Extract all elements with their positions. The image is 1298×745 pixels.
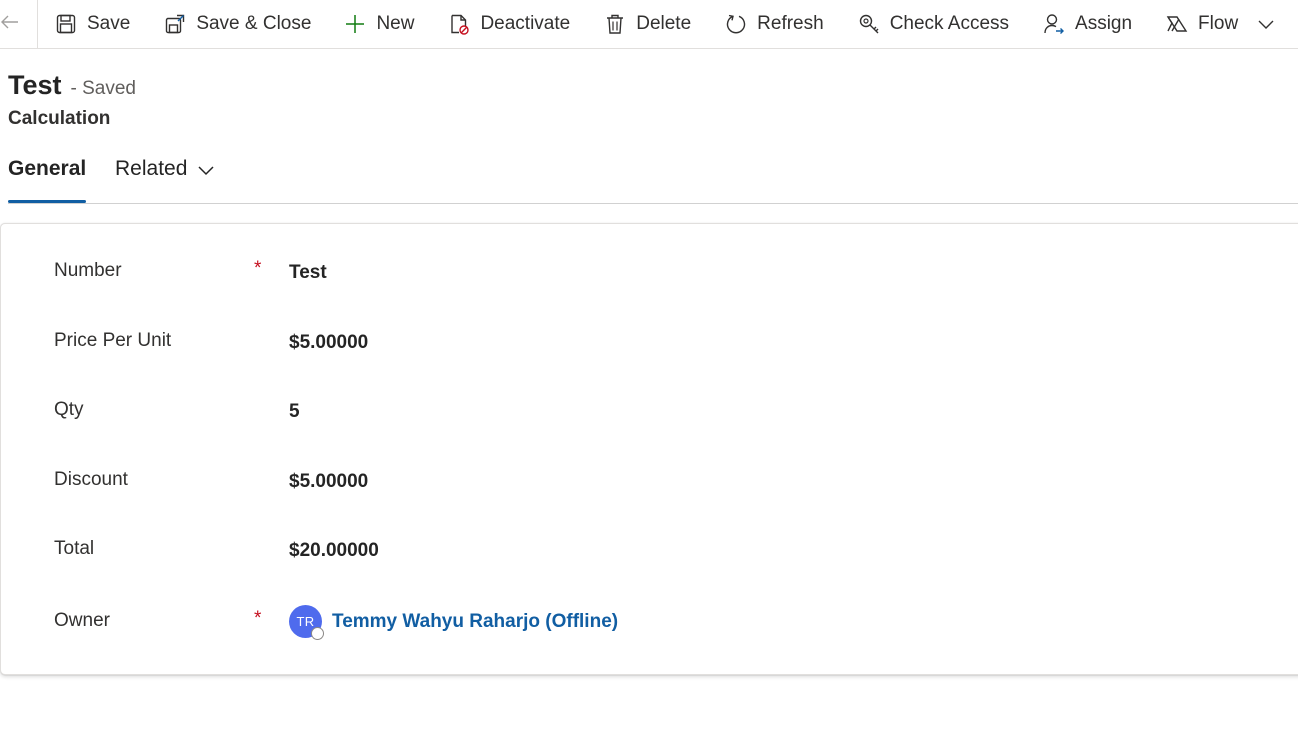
flow-button[interactable]: Flow xyxy=(1165,4,1238,44)
save-label: Save xyxy=(87,13,131,34)
field-row-number: Number * Test xyxy=(1,258,1298,300)
save-close-button[interactable]: Save & Close xyxy=(163,4,311,44)
delete-button[interactable]: Delete xyxy=(603,4,691,44)
save-status: - Saved xyxy=(70,78,136,99)
field-row-owner: Owner * TR Temmy Wahyu Raharjo (Offline) xyxy=(1,605,1298,650)
check-access-icon xyxy=(857,12,881,36)
record-title: Test xyxy=(8,70,62,100)
save-icon xyxy=(54,12,78,36)
field-label-price-per-unit: Price Per Unit xyxy=(54,330,172,351)
flow-label: Flow xyxy=(1198,13,1239,34)
field-label-number: Number xyxy=(54,260,122,281)
save-close-label: Save & Close xyxy=(196,13,312,34)
delete-label: Delete xyxy=(636,13,692,34)
save-close-icon xyxy=(163,12,187,36)
field-label-discount: Discount xyxy=(54,469,128,490)
delete-icon xyxy=(603,12,627,36)
field-value-price-per-unit[interactable]: $5.00000 xyxy=(289,332,368,354)
refresh-icon xyxy=(724,12,748,36)
chevron-down-icon xyxy=(197,157,215,183)
tab-list: General Related xyxy=(8,150,215,203)
form-section: Number * Test Price Per Unit $5.00000 Qt… xyxy=(0,223,1298,675)
check-access-button[interactable]: Check Access xyxy=(857,4,1009,44)
required-marker: * xyxy=(254,608,262,629)
tab-divider xyxy=(8,203,1298,204)
tab-related[interactable]: Related xyxy=(115,150,215,203)
deactivate-icon xyxy=(447,12,471,36)
chevron-down-icon[interactable] xyxy=(1256,14,1276,34)
avatar: TR xyxy=(289,605,324,640)
field-row-discount: Discount $5.00000 xyxy=(1,469,1298,509)
field-value-number[interactable]: Test xyxy=(289,262,327,284)
required-marker: * xyxy=(254,258,262,279)
back-arrow-icon xyxy=(0,12,20,37)
refresh-label: Refresh xyxy=(757,13,824,34)
assign-icon xyxy=(1042,12,1066,36)
owner-lookup[interactable]: TR Temmy Wahyu Raharjo (Offline) xyxy=(289,605,618,640)
refresh-button[interactable]: Refresh xyxy=(724,4,824,44)
field-value-total[interactable]: $20.00000 xyxy=(289,540,379,562)
save-button[interactable]: Save xyxy=(54,4,130,44)
assign-label: Assign xyxy=(1075,13,1133,34)
tab-general-label: General xyxy=(8,157,87,180)
avatar-initials: TR xyxy=(296,614,315,629)
presence-offline-icon xyxy=(311,627,324,640)
field-row-total: Total $20.00000 xyxy=(1,538,1298,578)
field-label-owner: Owner xyxy=(54,610,110,631)
back-button[interactable] xyxy=(0,0,38,48)
record-header: Test - Saved xyxy=(8,70,136,101)
field-row-price-per-unit: Price Per Unit $5.00000 xyxy=(1,330,1298,370)
field-row-qty: Qty 5 xyxy=(1,399,1298,439)
command-bar: Save Save & Close New Deactivate Delete xyxy=(0,0,1298,49)
tab-general[interactable]: General xyxy=(8,150,86,203)
assign-button[interactable]: Assign xyxy=(1042,4,1132,44)
deactivate-button[interactable]: Deactivate xyxy=(447,4,570,44)
new-label: New xyxy=(376,13,415,34)
field-label-qty: Qty xyxy=(54,399,84,420)
field-label-total: Total xyxy=(54,538,95,559)
check-access-label: Check Access xyxy=(889,13,1010,34)
plus-icon xyxy=(343,12,367,36)
field-value-qty[interactable]: 5 xyxy=(289,401,300,423)
tab-related-label: Related xyxy=(115,157,188,180)
deactivate-label: Deactivate xyxy=(480,13,571,34)
entity-name: Calculation xyxy=(8,108,111,129)
flow-icon xyxy=(1165,12,1189,36)
new-button[interactable]: New xyxy=(343,4,414,44)
field-value-discount[interactable]: $5.00000 xyxy=(289,471,368,493)
owner-link[interactable]: Temmy Wahyu Raharjo (Offline) xyxy=(332,611,618,633)
